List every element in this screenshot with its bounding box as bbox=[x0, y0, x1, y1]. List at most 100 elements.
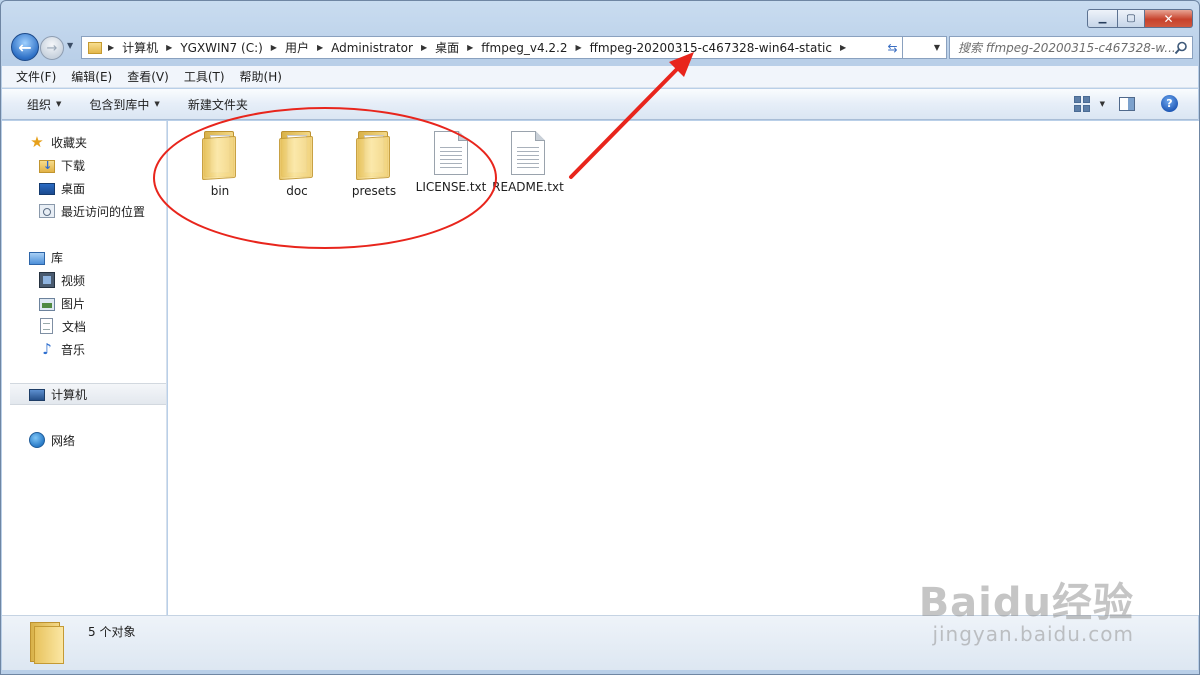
sidebar-item-videos[interactable]: 视频 bbox=[2, 269, 166, 291]
sidebar-item-label: 文档 bbox=[62, 319, 87, 334]
file-list: bin doc presets LICENSE.txt README.txt bbox=[168, 121, 1199, 615]
sidebar-item-pictures[interactable]: 图片 bbox=[2, 292, 166, 314]
folder-icon bbox=[277, 131, 317, 181]
address-dropdown-icon[interactable]: ▼ bbox=[928, 37, 946, 58]
sidebar-item-label: 图片 bbox=[61, 296, 86, 311]
chevron-right-icon[interactable]: ▶ bbox=[840, 43, 846, 52]
chevron-down-icon[interactable]: ▼ bbox=[1100, 100, 1105, 108]
libraries-icon bbox=[29, 251, 45, 265]
include-in-library-button[interactable]: 包含到库中 ▼ bbox=[89, 96, 159, 113]
sidebar-item-label: 音乐 bbox=[61, 342, 86, 357]
watermark-url: jingyan.baidu.com bbox=[932, 622, 1134, 646]
menu-file[interactable]: 文件(F) bbox=[16, 68, 56, 85]
computer-icon bbox=[29, 388, 45, 401]
file-name: bin bbox=[210, 184, 230, 198]
file-item-license[interactable]: LICENSE.txt bbox=[412, 131, 490, 196]
new-folder-button[interactable]: 新建文件夹 bbox=[188, 96, 248, 113]
sidebar-item-label: 计算机 bbox=[51, 387, 88, 402]
sidebar-item-label: 收藏夹 bbox=[51, 135, 88, 150]
downloads-folder-icon bbox=[39, 159, 55, 173]
breadcrumb-desktop[interactable]: 桌面 bbox=[435, 39, 459, 56]
star-icon: ★ bbox=[30, 133, 44, 151]
file-item-doc[interactable]: doc bbox=[257, 131, 337, 200]
close-button[interactable]: ✕ bbox=[1145, 9, 1193, 28]
sidebar-item-downloads[interactable]: 下载 bbox=[2, 154, 166, 176]
file-name: LICENSE.txt bbox=[415, 180, 487, 194]
chevron-right-icon[interactable]: ▶ bbox=[421, 43, 427, 52]
sidebar-item-network[interactable]: 网络 bbox=[2, 429, 166, 451]
sidebar-item-favorites[interactable]: ★ 收藏夹 bbox=[2, 131, 166, 153]
sidebar-item-label: 网络 bbox=[51, 433, 76, 448]
breadcrumb-ffmpeg-build[interactable]: ffmpeg-20200315-c467328-win64-static bbox=[590, 41, 832, 55]
menu-edit[interactable]: 编辑(E) bbox=[71, 68, 112, 85]
include-library-label: 包含到库中 bbox=[89, 97, 150, 112]
caption-buttons: ▁ ▢ ✕ bbox=[1087, 9, 1193, 28]
sidebar-item-recent-places[interactable]: 最近访问的位置 bbox=[2, 200, 166, 222]
organize-label: 组织 bbox=[27, 97, 52, 112]
chevron-right-icon[interactable]: ▶ bbox=[108, 43, 114, 52]
desktop-icon bbox=[39, 183, 55, 195]
back-button[interactable]: ← bbox=[11, 33, 39, 61]
document-icon bbox=[40, 318, 53, 334]
recent-pages-dropdown[interactable]: ▼ bbox=[67, 41, 77, 53]
folder-icon bbox=[200, 131, 240, 181]
breadcrumb-computer[interactable]: 计算机 bbox=[122, 39, 158, 56]
chevron-right-icon[interactable]: ▶ bbox=[317, 43, 323, 52]
chevron-right-icon[interactable]: ▶ bbox=[271, 43, 277, 52]
file-name: README.txt bbox=[492, 180, 564, 194]
file-item-readme[interactable]: README.txt bbox=[490, 131, 566, 196]
sidebar-item-libraries[interactable]: 库 bbox=[2, 246, 166, 268]
watermark-logo: Baidu经验 bbox=[918, 580, 1134, 626]
preview-pane-icon[interactable] bbox=[1119, 96, 1135, 111]
menu-help[interactable]: 帮助(H) bbox=[240, 68, 282, 85]
file-item-presets[interactable]: presets bbox=[334, 131, 414, 200]
chevron-right-icon[interactable]: ▶ bbox=[166, 43, 172, 52]
address-bar[interactable]: ▶ 计算机 ▶ YGXWIN7 (C:) ▶ 用户 ▶ Administrato… bbox=[81, 36, 947, 59]
breadcrumb-users[interactable]: 用户 bbox=[285, 39, 309, 56]
forward-button[interactable]: → bbox=[40, 36, 64, 60]
menu-view[interactable]: 查看(V) bbox=[127, 68, 169, 85]
chevron-down-icon: ▼ bbox=[56, 100, 62, 108]
sidebar-item-music[interactable]: ♪ 音乐 bbox=[2, 338, 166, 360]
file-name: doc bbox=[286, 184, 308, 198]
chevron-down-icon: ▼ bbox=[154, 100, 160, 108]
maximize-button[interactable]: ▢ bbox=[1118, 9, 1145, 28]
sidebar-item-label: 最近访问的位置 bbox=[61, 204, 146, 219]
minimize-button[interactable]: ▁ bbox=[1087, 9, 1118, 28]
sidebar-item-desktop[interactable]: 桌面 bbox=[2, 177, 166, 199]
command-bar: 组织 ▼ 包含到库中 ▼ 新建文件夹 ▼ ? bbox=[2, 89, 1198, 120]
organize-button[interactable]: 组织 ▼ bbox=[27, 96, 61, 113]
chevron-right-icon[interactable]: ▶ bbox=[575, 43, 581, 52]
file-item-bin[interactable]: bin bbox=[180, 131, 260, 200]
search-placeholder: 搜索 ffmpeg-20200315-c467328-w... bbox=[958, 41, 1176, 55]
item-count: 5 个对象 bbox=[88, 625, 136, 639]
recent-places-icon bbox=[39, 204, 55, 218]
sidebar-item-computer[interactable]: 计算机 bbox=[10, 383, 166, 405]
sidebar-item-label: 视频 bbox=[61, 273, 86, 288]
file-name: presets bbox=[351, 184, 397, 198]
network-icon bbox=[29, 432, 45, 448]
breadcrumb-ffmpeg-version[interactable]: ffmpeg_v4.2.2 bbox=[481, 41, 567, 55]
search-icon[interactable] bbox=[1174, 41, 1188, 55]
folder-icon bbox=[30, 622, 66, 664]
sidebar-item-label: 桌面 bbox=[61, 181, 86, 196]
folder-icon bbox=[88, 41, 102, 54]
folder-icon bbox=[354, 131, 394, 181]
change-view-icon[interactable] bbox=[1073, 95, 1090, 112]
refresh-button[interactable]: ⇆ bbox=[883, 36, 903, 59]
text-file-icon bbox=[434, 131, 468, 175]
breadcrumb-drive[interactable]: YGXWIN7 (C:) bbox=[180, 41, 262, 55]
sidebar-item-documents[interactable]: 文档 bbox=[2, 315, 166, 337]
chevron-right-icon[interactable]: ▶ bbox=[467, 43, 473, 52]
search-input[interactable]: 搜索 ffmpeg-20200315-c467328-w... bbox=[949, 36, 1193, 59]
menu-bar: 文件(F) 编辑(E) 查看(V) 工具(T) 帮助(H) bbox=[2, 66, 1198, 88]
help-icon[interactable]: ? bbox=[1161, 95, 1178, 112]
menu-tools[interactable]: 工具(T) bbox=[184, 68, 225, 85]
music-note-icon: ♪ bbox=[42, 340, 52, 358]
breadcrumb-administrator[interactable]: Administrator bbox=[331, 41, 413, 55]
navigation-row: ← → ▼ ▶ 计算机 ▶ YGXWIN7 (C:) ▶ 用户 ▶ Admini… bbox=[9, 33, 1193, 61]
sidebar-item-label: 下载 bbox=[61, 158, 86, 173]
text-file-icon bbox=[511, 131, 545, 175]
sidebar-item-label: 库 bbox=[51, 250, 64, 265]
video-icon bbox=[39, 272, 55, 288]
